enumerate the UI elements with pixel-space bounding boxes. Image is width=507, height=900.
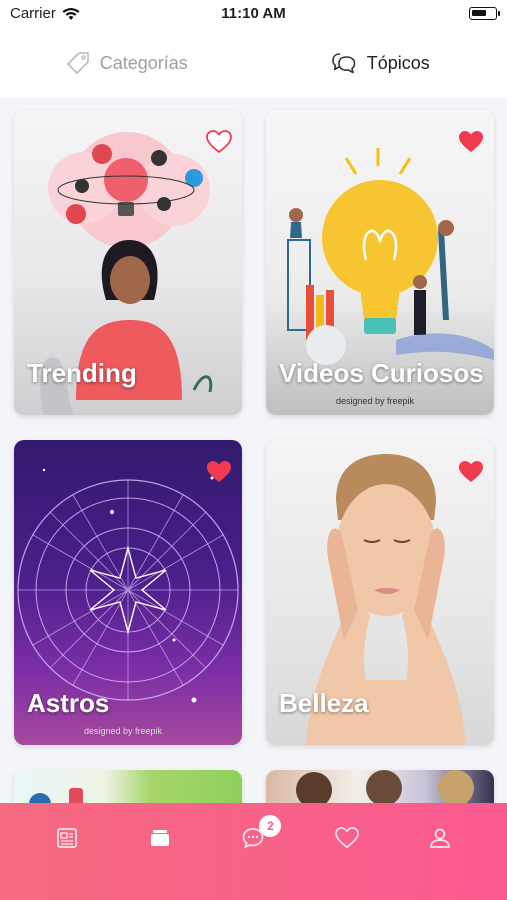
card-title: Astros <box>27 688 110 718</box>
bottom-tab-bar: 2 <box>0 803 507 900</box>
card-title: Trending <box>27 358 137 388</box>
status-time: 11:10 AM <box>221 5 286 22</box>
topic-card-belleza[interactable]: Belleza <box>266 440 494 745</box>
heart-icon <box>335 827 359 849</box>
image-credit: designed by freepik <box>84 726 163 736</box>
nav-news[interactable] <box>37 803 97 873</box>
nav-cards[interactable] <box>130 803 190 873</box>
card-title: Belleza <box>279 688 369 718</box>
cards-icon <box>151 830 170 846</box>
nav-favorites[interactable] <box>317 803 377 873</box>
profile-icon <box>430 828 451 848</box>
topic-tabs: Categorías Tópicos <box>0 28 507 98</box>
topic-card-astros[interactable]: Astros designed by freepik <box>14 440 242 745</box>
tab-label: Categorías <box>99 52 188 73</box>
app-screen: Carrier 11:10 AM Categorías Tópicos Tren… <box>0 0 507 900</box>
tag-icon <box>66 52 89 74</box>
nav-profile[interactable] <box>410 803 470 873</box>
heart-filled-icon[interactable] <box>458 460 484 484</box>
status-bar: Carrier 11:10 AM <box>0 0 507 28</box>
news-icon <box>56 828 77 848</box>
topic-card-trending[interactable]: Trending <box>14 110 242 415</box>
tab-categorias[interactable]: Categorías <box>0 28 254 98</box>
image-credit: designed by freepik <box>336 396 415 406</box>
chat-notification-badge: 2 <box>259 815 282 837</box>
heart-filled-icon[interactable] <box>206 460 232 484</box>
chat-bubbles-icon <box>331 53 356 74</box>
topic-card-videos-curiosos[interactable]: Videos Curiosos designed by freepik <box>266 110 494 415</box>
nav-chat[interactable]: 2 <box>223 803 283 873</box>
heart-filled-icon[interactable] <box>458 130 484 154</box>
tab-topicos[interactable]: Tópicos <box>254 28 507 98</box>
card-title: Videos Curiosos <box>279 358 484 388</box>
tab-label: Tópicos <box>366 52 430 73</box>
battery-icon <box>469 7 500 20</box>
heart-outline-icon[interactable] <box>206 130 232 154</box>
